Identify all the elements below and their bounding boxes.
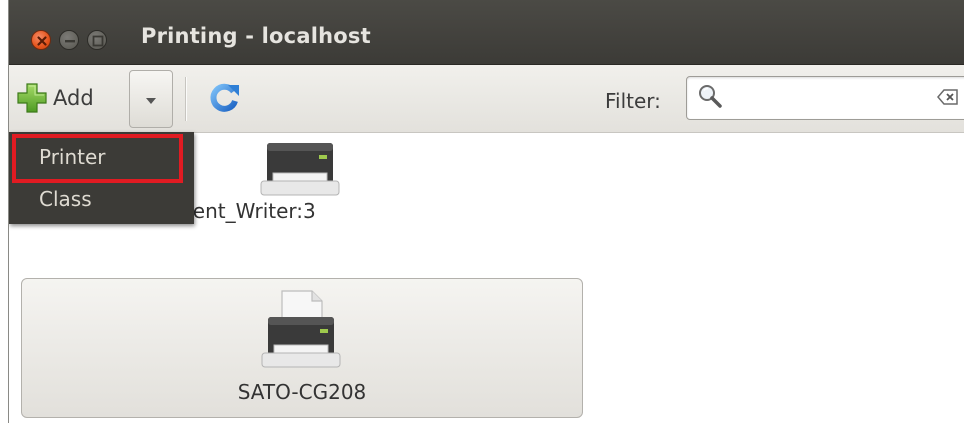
printer-icon — [260, 143, 340, 196]
close-icon — [37, 36, 47, 46]
minimize-window-button[interactable] — [59, 30, 79, 50]
printer-icon — [261, 290, 341, 368]
add-button[interactable]: Add — [15, 81, 94, 115]
toolbar-separator — [185, 77, 187, 121]
title-bar: Printing - localhost — [9, 0, 964, 65]
printer-name: SATO-CG208 — [237, 380, 367, 404]
printer-item-selected[interactable]: SATO-CG208 — [21, 278, 583, 418]
filter-input[interactable] — [686, 76, 964, 120]
add-button-label: Add — [53, 86, 94, 110]
chevron-down-icon — [146, 98, 156, 104]
toolbar: Add Filter: — [9, 65, 964, 133]
printing-window: Printing - localhost Add Filter: SATO-CG… — [8, 0, 964, 423]
window-title: Printing - localhost — [141, 24, 371, 48]
refresh-icon[interactable] — [209, 82, 241, 114]
add-dropdown-button[interactable] — [129, 70, 173, 128]
plus-icon — [17, 83, 47, 113]
minimize-icon — [65, 40, 75, 43]
clear-icon[interactable] — [937, 89, 959, 105]
add-dropdown-menu: Printer Class — [9, 132, 194, 224]
maximize-icon — [92, 35, 104, 47]
filter-label: Filter: — [605, 89, 661, 113]
highlight-box — [12, 134, 183, 183]
search-icon — [699, 85, 722, 108]
close-window-button[interactable] — [31, 30, 51, 50]
maximize-window-button[interactable] — [87, 30, 107, 50]
menu-item-class[interactable]: Class — [9, 179, 194, 219]
